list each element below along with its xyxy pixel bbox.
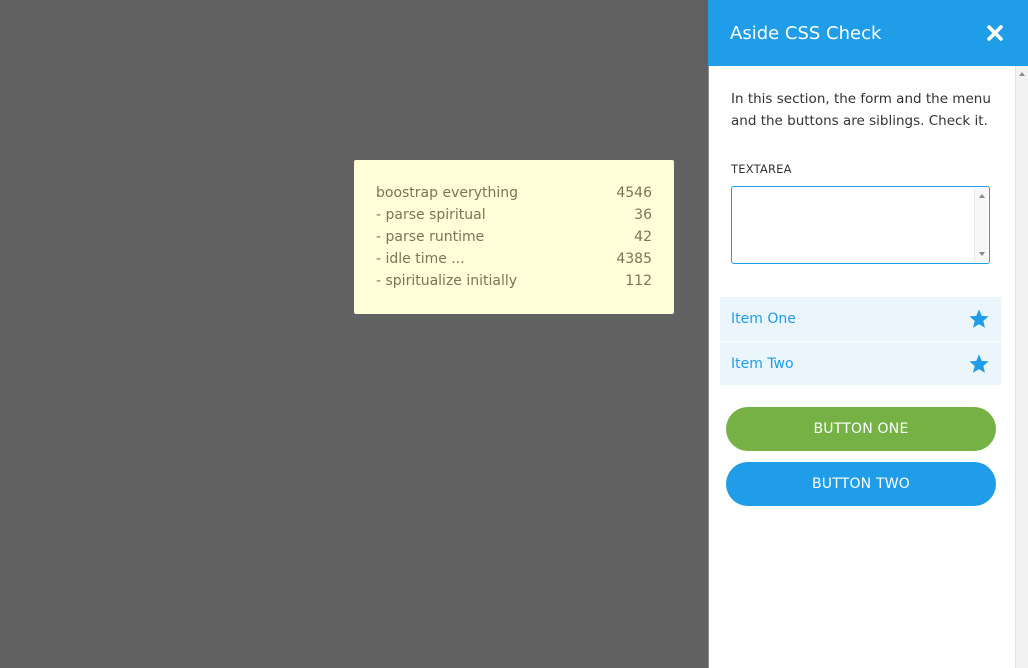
aside-body: In this section, the form and the menu a… <box>708 66 1028 668</box>
stats-panel: boostrap everything 4546 - parse spiritu… <box>354 160 674 314</box>
star-icon[interactable] <box>968 353 990 375</box>
menu: Item One Item Two <box>720 297 1001 385</box>
stats-row: - parse spiritual 36 <box>376 204 652 226</box>
intro-text: In this section, the form and the menu a… <box>731 91 991 129</box>
scroll-up-arrow-icon[interactable] <box>1019 72 1025 76</box>
textarea-field[interactable] <box>731 186 990 264</box>
stats-label: - parse runtime <box>376 229 485 245</box>
close-icon <box>987 25 1003 41</box>
stats-value: 42 <box>634 229 652 245</box>
menu-item-two[interactable]: Item Two <box>720 341 1001 385</box>
stats-label: boostrap everything <box>376 185 519 201</box>
aside-title: Aside CSS Check <box>730 22 882 44</box>
textarea-label: TEXTAREA <box>731 162 792 176</box>
stats-value: 4546 <box>616 185 652 201</box>
stats-row: - parse runtime 42 <box>376 226 652 248</box>
button-two[interactable]: BUTTON TWO <box>726 462 996 506</box>
menu-item-label: Item One <box>731 311 796 327</box>
textarea-scrollbar[interactable] <box>974 188 988 262</box>
button-one[interactable]: BUTTON ONE <box>726 407 996 451</box>
stats-label: - spiritualize initially <box>376 273 518 289</box>
stats-value: 36 <box>634 207 652 223</box>
stats-label: - parse spiritual <box>376 207 486 223</box>
stats-row: boostrap everything 4546 <box>376 182 652 204</box>
aside-panel: Aside CSS Check In this section, the for… <box>708 0 1028 668</box>
close-button[interactable] <box>984 22 1006 44</box>
menu-item-one[interactable]: Item One <box>720 297 1001 341</box>
aside-header: Aside CSS Check <box>708 0 1028 66</box>
stats-row: - spiritualize initially 112 <box>376 270 652 292</box>
scroll-up-arrow-icon[interactable] <box>979 194 985 198</box>
star-icon[interactable] <box>968 308 990 330</box>
aside-scrollbar[interactable] <box>1015 66 1028 668</box>
menu-item-label: Item Two <box>731 355 794 372</box>
stats-label: - idle time ... <box>376 251 465 267</box>
stats-row: - idle time ... 4385 <box>376 248 652 270</box>
textarea-input[interactable] <box>732 187 989 263</box>
stats-value: 4385 <box>616 251 652 267</box>
scroll-down-arrow-icon[interactable] <box>979 252 985 256</box>
stats-value: 112 <box>625 273 652 289</box>
